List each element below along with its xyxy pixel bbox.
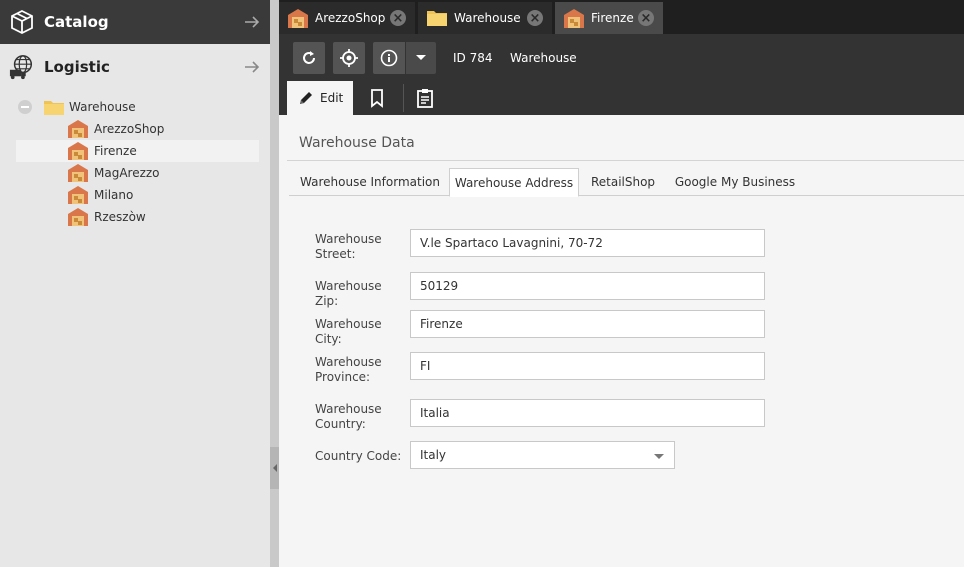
street-input[interactable]: V.le Spartaco Lavagnini, 70-72	[410, 229, 765, 257]
arrow-right-icon[interactable]	[242, 12, 262, 32]
info-dropdown-button[interactable]	[406, 42, 436, 74]
logistic-title: Logistic	[44, 58, 110, 76]
folder-icon	[44, 99, 64, 118]
tree-item-firenze[interactable]: Firenze	[16, 140, 259, 162]
tree-item-arezzoshop[interactable]: ArezzoShop	[16, 118, 259, 140]
arrow-right-icon[interactable]	[242, 57, 262, 77]
country-code-label: Country Code:	[315, 449, 402, 463]
warehouse-icon	[67, 163, 89, 186]
caret-down-icon[interactable]	[654, 454, 664, 459]
tree-item-magarezzo[interactable]: MagArezzo	[16, 162, 259, 184]
folder-icon	[426, 7, 448, 29]
tab-label: Firenze	[591, 11, 634, 25]
tab-warehouse[interactable]: Warehouse ×	[418, 2, 552, 34]
object-id: ID 784	[453, 51, 493, 65]
country-input[interactable]: Italia	[410, 399, 765, 427]
tab-edit-label: Edit	[320, 91, 344, 105]
object-type: Warehouse	[510, 51, 577, 65]
tree-item-warehouse-root[interactable]: Warehouse	[16, 96, 259, 118]
reload-icon	[303, 51, 315, 64]
tree-item-label: Rzeszòw	[94, 210, 146, 224]
box-icon	[9, 9, 35, 35]
main-panel: ArezzoShop × Warehouse × Firenze × ID 78…	[279, 0, 964, 567]
sidebar-splitter[interactable]	[270, 0, 279, 567]
tree-item-label: MagArezzo	[94, 166, 160, 180]
reload-button[interactable]	[293, 42, 325, 74]
info-icon	[380, 49, 398, 67]
zip-input[interactable]: 50129	[410, 272, 765, 300]
tab-google-my-business[interactable]: Google My Business	[673, 168, 797, 196]
collapse-sidebar-handle[interactable]	[270, 447, 279, 489]
tree-item-label: Warehouse	[69, 100, 136, 114]
tree-item-label: Milano	[94, 188, 134, 202]
globe-truck-icon	[9, 54, 35, 80]
tab-edit[interactable]: Edit	[287, 81, 353, 115]
close-icon[interactable]: ×	[390, 10, 406, 26]
tab-retailshop[interactable]: RetailShop	[587, 168, 659, 196]
tab-label: Warehouse	[454, 11, 521, 25]
sidebar: Catalog Logistic Warehouse ArezzoShop Fi…	[0, 0, 270, 567]
tree-item-rzeszow[interactable]: Rzeszòw	[16, 206, 259, 228]
collapse-icon[interactable]	[18, 100, 32, 114]
pencil-icon	[300, 92, 312, 104]
bookmark-icon[interactable]	[367, 88, 387, 108]
section-title: Warehouse Data	[299, 135, 415, 151]
city-input[interactable]: Firenze	[410, 310, 765, 338]
province-input[interactable]: FI	[410, 352, 765, 380]
city-label: Warehouse City:	[315, 317, 382, 346]
zip-label: Warehouse Zip:	[315, 279, 382, 308]
country-code-select[interactable]: Italy	[410, 441, 675, 469]
show-in-tree-button[interactable]	[333, 42, 365, 74]
clipboard-icon[interactable]	[415, 88, 435, 108]
warehouse-icon	[67, 207, 89, 230]
warehouse-icon	[563, 7, 585, 29]
subtab-divider	[403, 84, 404, 112]
tab-warehouse-information[interactable]: Warehouse Information	[295, 168, 445, 196]
catalog-panel-header[interactable]: Catalog	[0, 0, 270, 44]
object-toolbar: ID 784 Warehouse	[279, 34, 964, 81]
catalog-title: Catalog	[44, 13, 109, 31]
form-tabs: Warehouse Information Warehouse Address …	[289, 168, 964, 197]
warehouse-icon	[67, 185, 89, 208]
warehouse-icon	[287, 7, 309, 29]
tab-label: ArezzoShop	[315, 11, 386, 25]
logistic-panel-header[interactable]: Logistic	[0, 45, 270, 89]
info-button[interactable]	[373, 42, 405, 74]
tree-item-milano[interactable]: Milano	[16, 184, 259, 206]
tab-arezzoshop[interactable]: ArezzoShop ×	[279, 2, 415, 34]
street-label: Warehouse Street:	[315, 232, 382, 261]
object-subtabs: Edit	[279, 81, 964, 115]
section-divider	[287, 160, 964, 161]
province-label: Warehouse Province:	[315, 355, 382, 384]
tree-item-label: Firenze	[94, 144, 137, 158]
warehouse-tree: Warehouse ArezzoShop Firenze MagArezzo M…	[16, 96, 259, 228]
tab-warehouse-address[interactable]: Warehouse Address	[449, 168, 579, 197]
content-area: Warehouse Data Warehouse Information War…	[279, 115, 964, 567]
document-tabbar: ArezzoShop × Warehouse × Firenze ×	[279, 0, 964, 34]
caret-down-icon	[416, 55, 426, 60]
country-label: Warehouse Country:	[315, 402, 382, 431]
tab-firenze[interactable]: Firenze ×	[555, 2, 663, 34]
warehouse-icon	[67, 119, 89, 142]
tree-item-label: ArezzoShop	[94, 122, 165, 136]
close-icon[interactable]: ×	[527, 10, 543, 26]
close-icon[interactable]: ×	[638, 10, 654, 26]
warehouse-icon	[67, 141, 89, 164]
country-code-value: Italy	[420, 448, 447, 462]
target-icon	[340, 49, 358, 67]
